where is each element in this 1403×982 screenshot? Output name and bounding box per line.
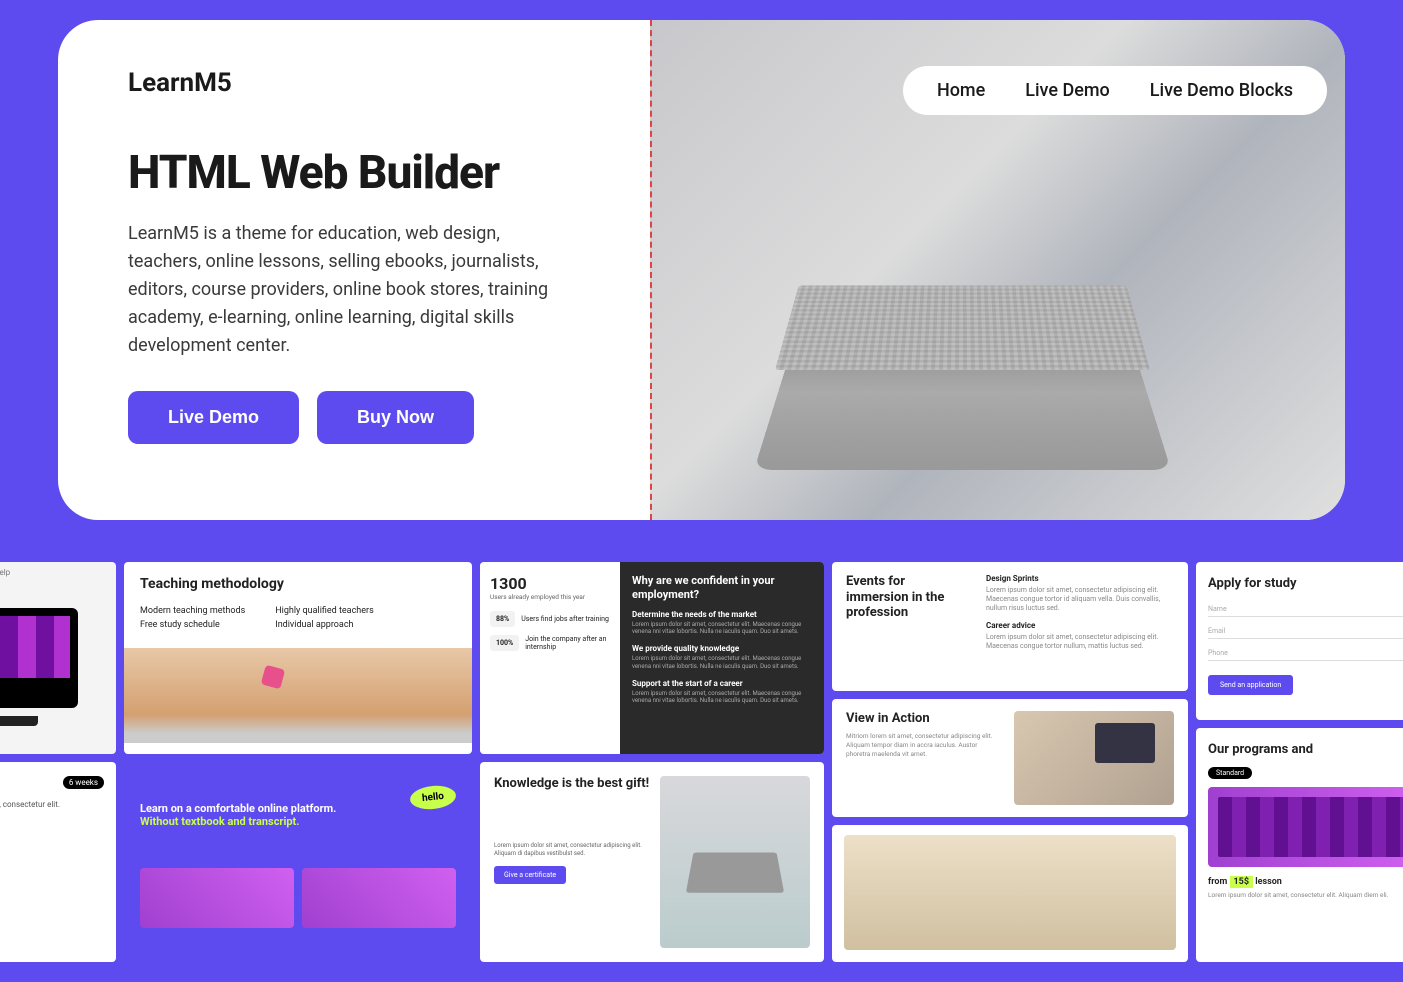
col-0: Contacts Testimonials Help Level 3 6 wee… — [0, 562, 116, 962]
stat-88: 88% — [490, 611, 515, 627]
buy-now-button[interactable]: Buy Now — [317, 391, 474, 444]
events-p1: Lorem ipsum dolor sit amet, consectetur … — [986, 586, 1174, 613]
card-events: Events for immersion in the profession D… — [832, 562, 1188, 691]
action-image — [1014, 711, 1174, 805]
methodology-title: Teaching methodology — [140, 576, 456, 592]
col-4: Apply for study Name Email Phone Send an… — [1196, 562, 1403, 962]
feature-2: Free study schedule — [140, 620, 245, 630]
platform-line-2: Without textbook and transcript. — [140, 815, 456, 828]
hero-left: LearnM5 HTML Web Builder LearnM5 is a th… — [58, 20, 650, 520]
gift-image — [660, 776, 810, 948]
programs-title: Our programs and — [1208, 742, 1403, 757]
card-photo — [832, 825, 1188, 962]
emp-p1: Lorem ipsum dolor sit amet, consectetur … — [632, 621, 812, 637]
programs-image — [1208, 787, 1403, 867]
card-level: Level 3 6 weeks Lorem ipsum dolor amet, … — [0, 762, 116, 962]
monitor-icon — [0, 608, 78, 708]
methodology-image — [124, 648, 472, 743]
stat-sub: Users already employed this year — [490, 593, 610, 601]
platform-img-1 — [140, 868, 294, 928]
preview-grid: Contacts Testimonials Help Level 3 6 wee… — [0, 562, 1403, 962]
price-highlight: 15$ — [1230, 876, 1254, 888]
feature-3: Highly qualified teachers — [275, 606, 373, 616]
emp-p2: Lorem ipsum dolor sit amet, consectetur … — [632, 655, 812, 671]
emp-h2: We provide quality knowledge — [632, 644, 812, 653]
card-platform: Learn on a comfortable online platform. … — [124, 762, 472, 962]
read-more-link[interactable]: Read More › — [0, 818, 104, 827]
field-email[interactable]: Email — [1208, 627, 1403, 639]
emp-h3: Support at the start of a career — [632, 679, 812, 688]
card-programs: Our programs and Standard from 15$ lesso… — [1196, 728, 1403, 962]
card-employment: 1300 Users already employed this year 88… — [480, 562, 824, 754]
col-3: Events for immersion in the profession D… — [832, 562, 1188, 962]
nav-live-demo-blocks[interactable]: Live Demo Blocks — [1150, 80, 1293, 101]
emp-h1: Determine the needs of the market — [632, 610, 812, 619]
hero-image-panel: Home Live Demo Live Demo Blocks — [650, 20, 1345, 520]
events-h2: Career advice — [986, 621, 1174, 630]
card-monitor: Contacts Testimonials Help — [0, 562, 116, 754]
action-desc: Mitriom lorem sit amet, consectetur adip… — [846, 732, 1002, 758]
gift-desc: Lorem ipsum dolor sit amet, consectetur … — [494, 842, 650, 859]
field-phone[interactable]: Phone — [1208, 649, 1403, 661]
col-2: 1300 Users already employed this year 88… — [480, 562, 824, 962]
emp-p3: Lorem ipsum dolor sit amet, consectetur … — [632, 690, 812, 706]
platform-img-2 — [302, 868, 456, 928]
level-desc: Lorem ipsum dolor amet, consectetur elit… — [0, 799, 104, 810]
platform-line-1: Learn on a comfortable online platform. — [140, 802, 456, 815]
weeks-badge: 6 weeks — [63, 776, 104, 789]
stat-100-text: Join the company after an internship — [525, 635, 610, 651]
stat-88-text: Users find jobs after training — [521, 615, 609, 623]
events-p2: Lorem ipsum dolor sit amet, consectetur … — [986, 633, 1174, 651]
gift-button[interactable]: Give a certificate — [494, 866, 566, 884]
feature-4: Individual approach — [275, 620, 373, 630]
logo: LearnM5 — [128, 68, 610, 98]
nav-home[interactable]: Home — [937, 80, 985, 101]
card-apply: Apply for study Name Email Phone Send an… — [1196, 562, 1403, 720]
mini-tabs: Contacts Testimonials Help — [0, 568, 10, 577]
price-line: from 15$ lesson — [1208, 877, 1403, 887]
events-title: Events for immersion in the profession — [846, 574, 966, 621]
stat-100: 100% — [490, 635, 519, 651]
hero-card: LearnM5 HTML Web Builder LearnM5 is a th… — [58, 20, 1345, 520]
apply-title: Apply for study — [1208, 576, 1403, 591]
tab-help: Help — [0, 568, 10, 577]
nav-live-demo[interactable]: Live Demo — [1025, 80, 1110, 101]
live-demo-button[interactable]: Live Demo — [128, 391, 299, 444]
nav-pill: Home Live Demo Live Demo Blocks — [903, 66, 1327, 115]
send-application-button[interactable]: Send an application — [1208, 675, 1293, 695]
standard-pill: Standard — [1208, 767, 1252, 779]
stat-number: 1300 — [490, 574, 610, 593]
hero-title: HTML Web Builder — [128, 146, 610, 200]
feature-1: Modern teaching methods — [140, 606, 245, 616]
card-action: View in Action Mitriom lorem sit amet, c… — [832, 699, 1188, 816]
col-1: Teaching methodology Modern teaching met… — [124, 562, 472, 962]
level-image — [0, 839, 104, 919]
card-gift: Knowledge is the best gift! Lorem ipsum … — [480, 762, 824, 962]
field-name[interactable]: Name — [1208, 605, 1403, 617]
programs-desc: Lorem ipsum dolor sit amet, consectetur … — [1208, 891, 1403, 900]
events-h1: Design Sprints — [986, 574, 1174, 583]
gift-title: Knowledge is the best gift! — [494, 776, 650, 792]
employment-title: Why are we confident in your employment? — [632, 574, 812, 602]
hero-description: LearnM5 is a theme for education, web de… — [128, 220, 568, 359]
photo-image — [844, 835, 1176, 950]
hero-buttons: Live Demo Buy Now — [128, 391, 610, 444]
action-title: View in Action — [846, 711, 1002, 726]
card-methodology: Teaching methodology Modern teaching met… — [124, 562, 472, 754]
